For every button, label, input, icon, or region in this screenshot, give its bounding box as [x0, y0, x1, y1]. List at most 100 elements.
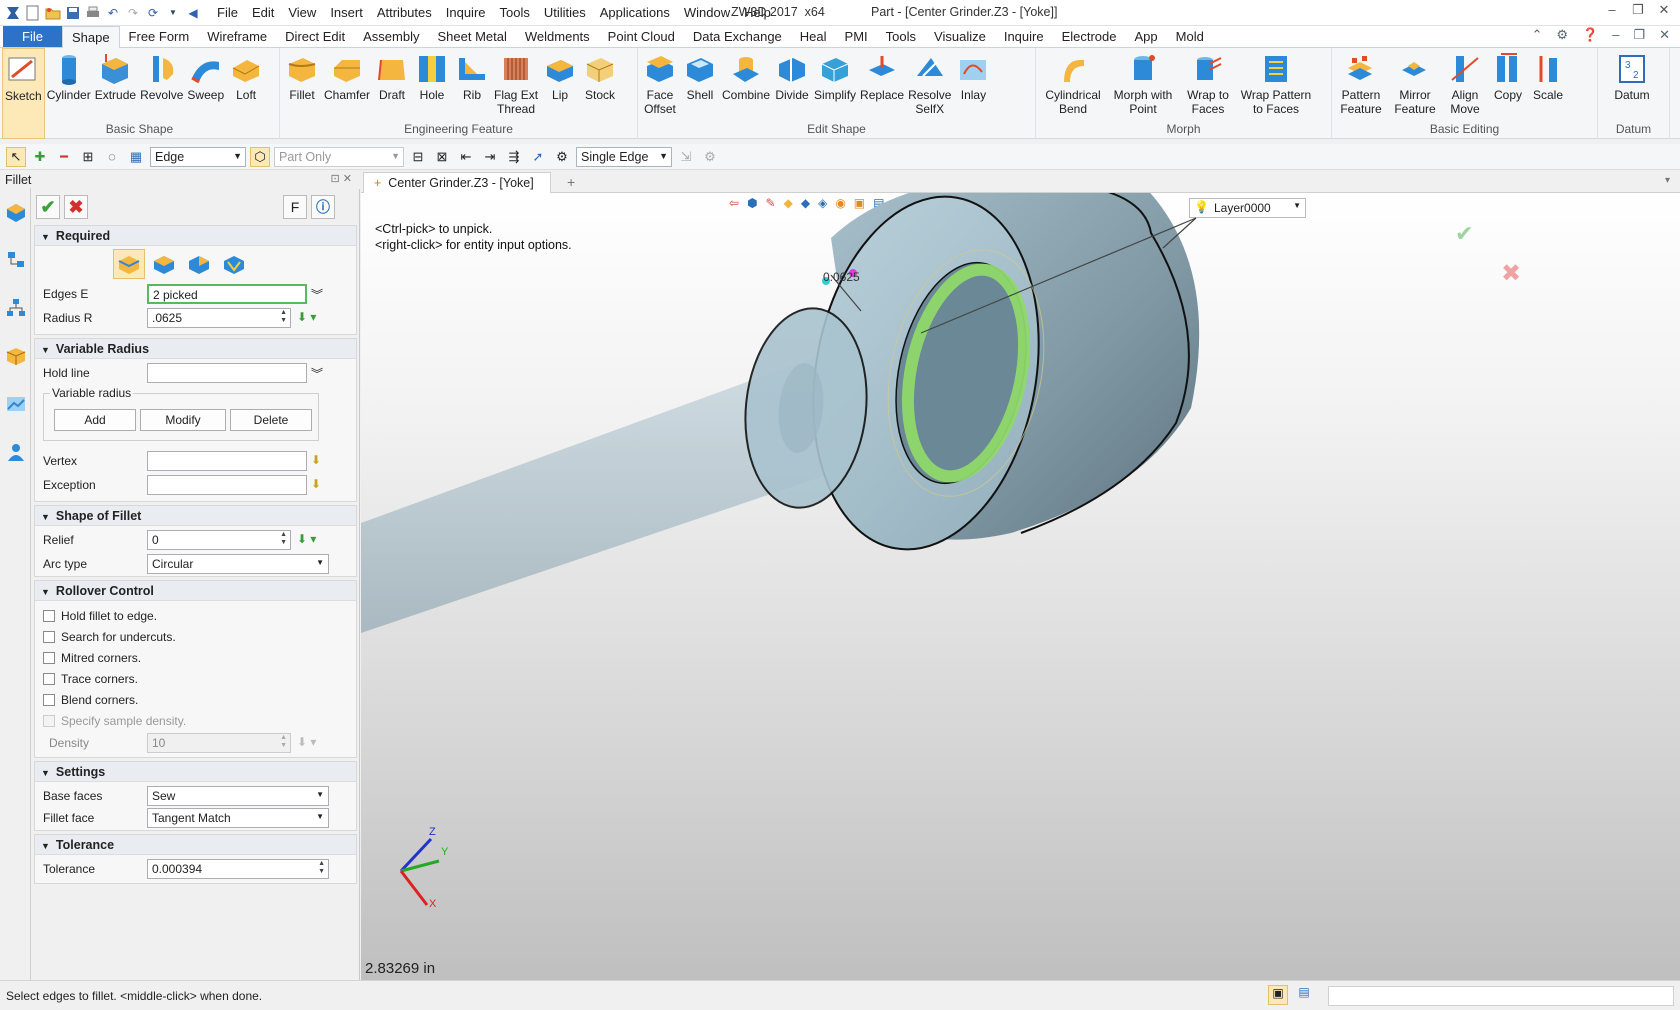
- scope-select[interactable]: Part Only ▼: [274, 146, 404, 167]
- menu-window[interactable]: Window: [677, 3, 737, 22]
- tab-heal[interactable]: Heal: [791, 26, 836, 47]
- hold-fillet-checkbox[interactable]: Hold fillet to edge.: [35, 605, 356, 626]
- close-icon[interactable]: ✕: [1654, 2, 1674, 18]
- density-field[interactable]: 10 ▲ ▼: [147, 733, 291, 753]
- section-header-variable-radius[interactable]: ▼ Variable Radius: [35, 339, 356, 359]
- new-file-icon[interactable]: [24, 4, 42, 22]
- tab-electrode[interactable]: Electrode: [1053, 26, 1126, 47]
- cursor-icon[interactable]: ➚: [528, 147, 548, 167]
- vertex-field[interactable]: [147, 451, 307, 471]
- tab-file[interactable]: File: [3, 26, 62, 47]
- fillet-type-face-icon[interactable]: [148, 249, 180, 279]
- tab-direct-edit[interactable]: Direct Edit: [276, 26, 354, 47]
- fillet-type-edge-icon[interactable]: [113, 249, 145, 279]
- open-file-icon[interactable]: [44, 4, 62, 22]
- menu-file[interactable]: File: [210, 3, 245, 22]
- command-input-icon[interactable]: ▣: [1268, 985, 1288, 1005]
- add-icon[interactable]: ✚: [30, 147, 50, 167]
- expand-double-chevron-icon[interactable]: ︾: [311, 286, 323, 303]
- pick-mode-select[interactable]: Single Edge ▼: [576, 146, 672, 167]
- tolerance-field[interactable]: 0.000394 ▲ ▼: [147, 859, 329, 879]
- sidebar-item-user[interactable]: [0, 428, 31, 476]
- restore-doc-icon[interactable]: ❐: [1633, 27, 1645, 43]
- pick-point-icon[interactable]: ⬇: [311, 453, 321, 467]
- exception-field[interactable]: [147, 475, 307, 495]
- modify-button[interactable]: Modify: [140, 409, 226, 431]
- ok-check-icon[interactable]: ✔: [36, 195, 60, 219]
- fillet-type-vertex-icon[interactable]: [183, 249, 215, 279]
- formula-button[interactable]: F: [283, 195, 307, 219]
- menu-inquire[interactable]: Inquire: [439, 3, 493, 22]
- settings-gear-icon[interactable]: ⚙: [1556, 27, 1568, 43]
- sample-density-checkbox[interactable]: Specify sample density.: [35, 710, 356, 731]
- align-left-icon[interactable]: ⇤: [456, 147, 476, 167]
- viewport-cancel-icon[interactable]: ✖: [1501, 259, 1521, 287]
- sidebar-item-visual[interactable]: [0, 380, 31, 428]
- 3d-viewport[interactable]: <Ctrl-pick> to unpick. <right-click> for…: [361, 193, 1680, 980]
- measure-download-icon[interactable]: ⬇ ▾: [297, 310, 316, 324]
- expand-double-chevron-icon[interactable]: ︾: [311, 365, 323, 382]
- menu-tools[interactable]: Tools: [493, 3, 537, 22]
- arrange-icon[interactable]: ⇶: [504, 147, 524, 167]
- trace-corners-checkbox[interactable]: Trace corners.: [35, 668, 356, 689]
- delete-button[interactable]: Delete: [230, 409, 312, 431]
- info-icon[interactable]: ⓘ: [311, 195, 335, 219]
- back-arrow-icon[interactable]: ◀: [184, 4, 202, 22]
- menu-insert[interactable]: Insert: [323, 3, 370, 22]
- remove-icon[interactable]: ━: [54, 147, 74, 167]
- sidebar-item-fillet[interactable]: [0, 188, 31, 236]
- tab-pmi[interactable]: PMI: [836, 26, 877, 47]
- sidebar-item-part[interactable]: [0, 332, 31, 380]
- box-select-icon[interactable]: ⊞: [78, 147, 98, 167]
- tab-inquire[interactable]: Inquire: [995, 26, 1053, 47]
- redo-icon[interactable]: ↷: [124, 4, 142, 22]
- mitred-corners-checkbox[interactable]: Mitred corners.: [35, 647, 356, 668]
- minimize-icon[interactable]: –: [1602, 2, 1622, 18]
- regen-icon[interactable]: ⟳: [144, 4, 162, 22]
- save-icon[interactable]: [64, 4, 82, 22]
- menu-utilities[interactable]: Utilities: [537, 3, 593, 22]
- tab-point-cloud[interactable]: Point Cloud: [599, 26, 684, 47]
- arc-type-select[interactable]: Circular ▼: [147, 554, 329, 574]
- scope-icon[interactable]: ⬡: [250, 146, 270, 167]
- fillet-type-full-round-icon[interactable]: [218, 249, 250, 279]
- print-icon[interactable]: [84, 4, 102, 22]
- radius-field[interactable]: .0625 ▲ ▼: [147, 308, 291, 328]
- spinner-icon[interactable]: ▲ ▼: [280, 531, 287, 547]
- collapse-ribbon-icon[interactable]: ⌃: [1531, 27, 1542, 43]
- tab-free-form[interactable]: Free Form: [120, 26, 199, 47]
- new-tab-icon[interactable]: +: [567, 174, 575, 190]
- pick-next-icon[interactable]: ⇲: [676, 147, 696, 167]
- tab-app[interactable]: App: [1126, 26, 1167, 47]
- search-undercuts-checkbox[interactable]: Search for undercuts.: [35, 626, 356, 647]
- filter-icon[interactable]: ▦: [126, 147, 146, 167]
- base-faces-select[interactable]: Sew ▼: [147, 786, 329, 806]
- measure-download-icon[interactable]: ⬇ ▾: [297, 532, 316, 546]
- tab-center-grinder[interactable]: + Center Grinder.Z3 - [Yoke] ✕: [363, 172, 551, 205]
- menu-applications[interactable]: Applications: [593, 3, 677, 22]
- tab-shape[interactable]: Shape: [61, 26, 120, 48]
- section-header-required[interactable]: ▼ Required: [35, 226, 356, 246]
- edges-field[interactable]: 2 picked: [147, 284, 307, 304]
- message-log-icon[interactable]: ▤: [1294, 985, 1314, 1005]
- menu-attributes[interactable]: Attributes: [370, 3, 439, 22]
- tab-sheet-metal[interactable]: Sheet Metal: [429, 26, 516, 47]
- tab-tools[interactable]: Tools: [877, 26, 925, 47]
- dimension-label[interactable]: 0.0625: [823, 270, 860, 284]
- section-header-tolerance[interactable]: ▼ Tolerance: [35, 835, 356, 855]
- hold-line-field[interactable]: [147, 363, 307, 383]
- tab-list-icon[interactable]: ▾: [1665, 175, 1670, 186]
- pick-options-icon[interactable]: ⚙: [700, 147, 720, 167]
- pick-settings-icon[interactable]: ⚙: [552, 147, 572, 167]
- minimize-doc-icon[interactable]: –: [1612, 27, 1619, 43]
- dropdown-icon[interactable]: ▼: [164, 4, 182, 22]
- tab-data-exchange[interactable]: Data Exchange: [684, 26, 791, 47]
- viewport-ok-icon[interactable]: ✔: [1455, 222, 1473, 247]
- sidebar-item-history[interactable]: [0, 236, 31, 284]
- fillet-face-select[interactable]: Tangent Match ▼: [147, 808, 329, 828]
- spinner-icon[interactable]: ▲ ▼: [318, 860, 325, 876]
- tab-assembly[interactable]: Assembly: [354, 26, 428, 47]
- menu-view[interactable]: View: [281, 3, 323, 22]
- pick-arrow-icon[interactable]: ↖: [6, 146, 26, 167]
- tab-weldments[interactable]: Weldments: [516, 26, 599, 47]
